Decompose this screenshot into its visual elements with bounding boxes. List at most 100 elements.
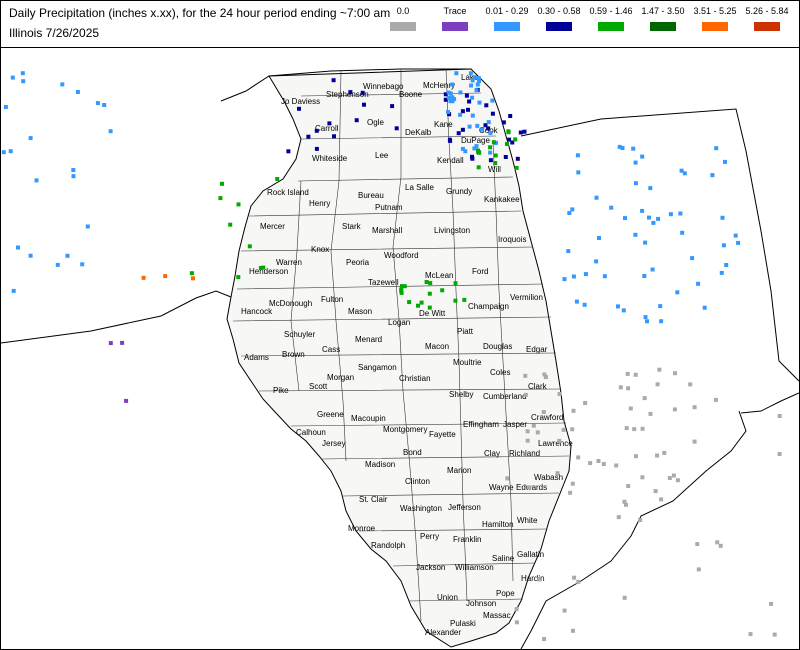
- precipitation-station-marker: [348, 90, 353, 95]
- precipitation-station-marker: [71, 168, 76, 172]
- precipitation-station-marker: [464, 93, 469, 98]
- precipitation-station-marker: [601, 462, 606, 466]
- precipitation-station-marker: [28, 136, 33, 141]
- precipitation-station-marker: [653, 489, 658, 494]
- county-label: Vermilion: [510, 293, 543, 302]
- precipitation-station-marker: [620, 146, 625, 150]
- county-label: Jersey: [322, 439, 346, 448]
- precipitation-station-marker: [314, 128, 319, 133]
- precipitation-station-marker: [571, 408, 576, 413]
- precipitation-station-marker: [557, 438, 562, 443]
- precipitation-station-marker: [102, 103, 107, 107]
- precipitation-station-marker: [658, 304, 663, 309]
- county-label: De Witt: [419, 309, 446, 318]
- precipitation-station-marker: [60, 82, 65, 87]
- precipitation-station-marker: [690, 256, 695, 261]
- precipitation-station-marker: [642, 274, 647, 278]
- precipitation-station-marker: [490, 111, 495, 116]
- precipitation-station-marker: [651, 220, 656, 225]
- county-label: Kendall: [437, 156, 464, 165]
- precipitation-station-marker: [571, 274, 576, 279]
- legend-swatch: [546, 22, 572, 31]
- precipitation-station-marker: [75, 90, 80, 94]
- precipitation-station-marker: [10, 75, 15, 80]
- precipitation-station-marker: [542, 637, 547, 641]
- precipitation-station-marker: [692, 439, 697, 444]
- county-label: Rock Island: [267, 188, 309, 197]
- precipitation-station-marker: [480, 127, 485, 132]
- county-label: Kane: [434, 120, 453, 129]
- precipitation-station-marker: [141, 275, 146, 280]
- precipitation-station-marker: [477, 100, 482, 105]
- precipitation-station-marker: [561, 427, 566, 432]
- precipitation-station-marker: [470, 154, 474, 159]
- legend-label: 0.59 - 1.46: [589, 6, 633, 16]
- precipitation-station-marker: [695, 542, 700, 547]
- precipitation-station-marker: [582, 302, 587, 307]
- precipitation-station-marker: [163, 274, 168, 279]
- county-label: Hancock: [241, 307, 273, 316]
- precipitation-station-marker: [576, 170, 581, 175]
- precipitation-station-marker: [446, 110, 450, 114]
- county-label: Montgomery: [383, 425, 427, 434]
- precipitation-station-marker: [777, 414, 782, 418]
- county-label: Cumberland: [483, 392, 527, 401]
- precipitation-station-marker: [633, 160, 638, 165]
- precipitation-station-marker: [80, 262, 85, 267]
- county-label: Adams: [244, 353, 269, 362]
- county-label: Ogle: [367, 118, 384, 127]
- precipitation-station-marker: [514, 620, 519, 625]
- precipitation-station-marker: [261, 265, 266, 270]
- precipitation-station-marker: [514, 607, 519, 612]
- precipitation-station-marker: [527, 485, 532, 490]
- county-label: Sangamon: [358, 363, 397, 372]
- precipitation-station-marker: [189, 271, 194, 276]
- county-label: Marshall: [372, 226, 402, 235]
- precipitation-station-marker: [648, 411, 653, 416]
- precipitation-station-marker: [675, 290, 680, 295]
- precipitation-station-marker: [462, 297, 467, 302]
- precipitation-station-marker: [488, 131, 493, 136]
- precipitation-station-marker: [568, 490, 573, 495]
- precipitation-station-marker: [662, 450, 667, 455]
- county-label: Gallatin: [517, 550, 544, 559]
- legend-swatch: [390, 22, 416, 31]
- precipitation-station-marker: [692, 405, 697, 410]
- precipitation-station-marker: [460, 146, 465, 151]
- county-label: McLean: [425, 271, 453, 280]
- precipitation-station-marker: [575, 153, 580, 158]
- precipitation-station-marker: [8, 149, 13, 154]
- precipitation-station-marker: [633, 232, 638, 237]
- precipitation-station-marker: [416, 303, 420, 308]
- precipitation-station-marker: [616, 304, 620, 309]
- precipitation-station-marker: [476, 76, 481, 80]
- precipitation-station-marker: [472, 146, 477, 151]
- precipitation-station-marker: [622, 499, 627, 504]
- county-label: DeKalb: [405, 128, 432, 137]
- precipitation-station-marker: [682, 171, 687, 176]
- precipitation-station-marker: [596, 459, 601, 463]
- illinois-map: Jo Daviess Stephenson Winnebago Boone Mc…: [1, 68, 799, 649]
- legend-label: 1.47 - 3.50: [641, 6, 685, 16]
- county-label: Pope: [496, 589, 515, 598]
- precipitation-station-marker: [650, 267, 655, 272]
- precipitation-station-marker: [306, 134, 311, 139]
- precipitation-station-marker: [454, 71, 459, 76]
- county-label: DuPage: [461, 136, 490, 145]
- precipitation-station-marker: [490, 98, 495, 103]
- precipitation-station-marker: [491, 140, 496, 145]
- precipitation-station-marker: [648, 186, 653, 191]
- precipitation-station-marker: [525, 429, 530, 434]
- precipitation-station-marker: [218, 196, 223, 201]
- county-label: Mercer: [260, 222, 285, 231]
- county-label: Richland: [509, 449, 540, 458]
- precipitation-station-marker: [736, 240, 741, 245]
- county-label: Warren: [276, 258, 302, 267]
- county-label: Livingston: [434, 226, 470, 235]
- county-label: Macoupin: [351, 414, 386, 423]
- county-label: Saline: [492, 554, 515, 563]
- precipitation-station-marker: [733, 233, 738, 238]
- precipitation-station-marker: [588, 461, 593, 466]
- county-label: Will: [488, 165, 501, 174]
- legend-swatch: [702, 22, 728, 31]
